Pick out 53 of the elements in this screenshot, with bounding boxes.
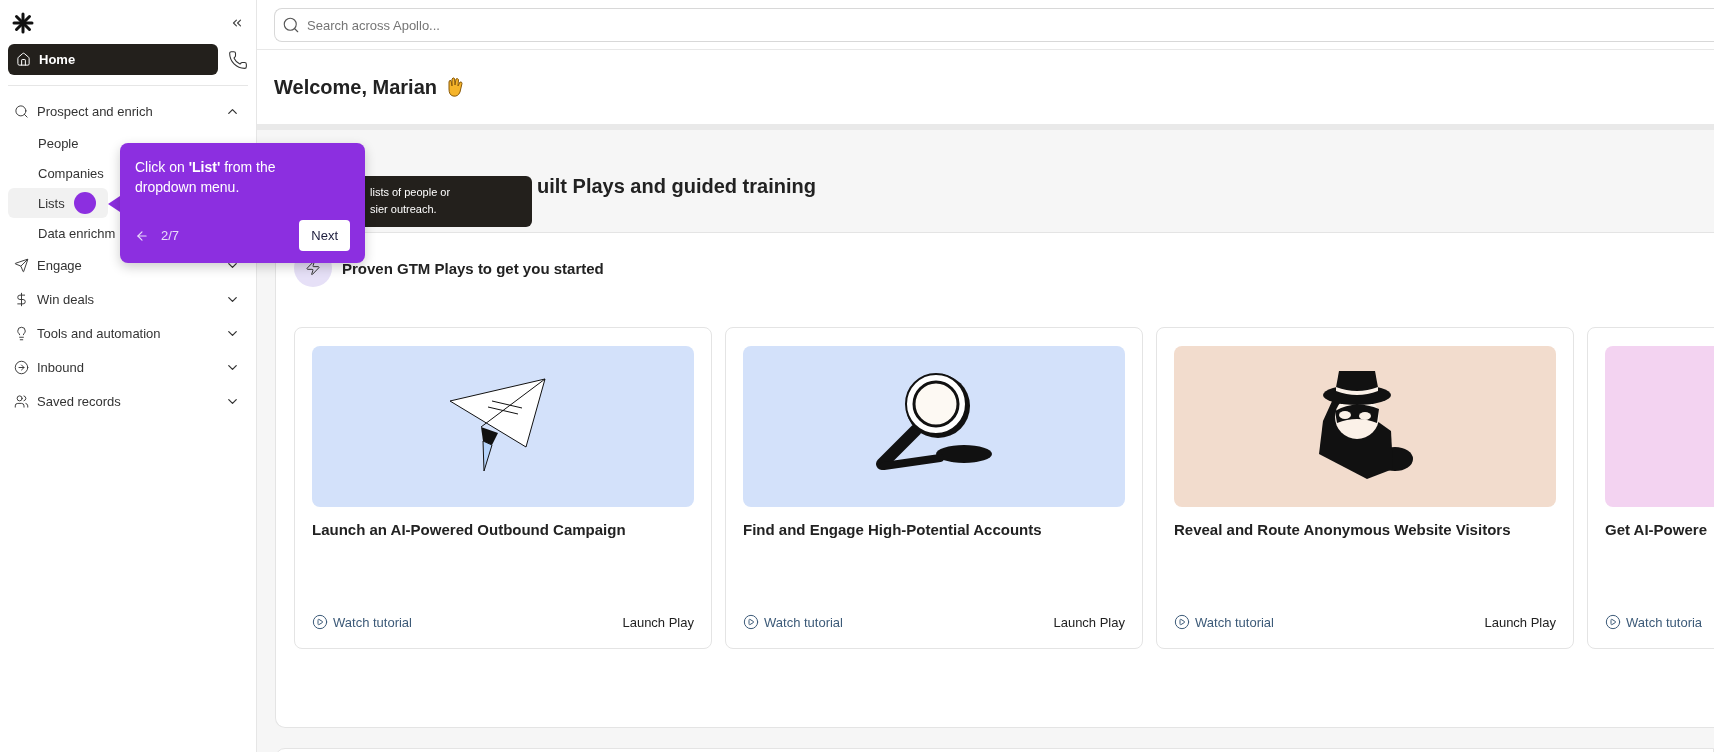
step-counter: 2/7 (161, 228, 181, 243)
play-icon (312, 614, 328, 630)
dollar-icon (14, 291, 29, 307)
nav-section[interactable]: Engage (8, 248, 248, 282)
nav-item[interactable]: Data enrichm (8, 218, 120, 248)
phone-icon (228, 49, 248, 70)
play-icon (1174, 614, 1190, 630)
page-title: Welcome, Marian (274, 75, 438, 99)
nav-section[interactable]: Tools and automation (8, 316, 248, 350)
collapse-icon[interactable] (230, 16, 244, 30)
launch-play-button[interactable]: Launch Play (1053, 614, 1125, 630)
nav-section[interactable]: Prospect and enrich (8, 94, 248, 128)
play-card[interactable]: Launch an AI-Powered Outbound Campaign Watch tutorial Launch Play (294, 327, 712, 649)
guide-text: Click on 'List' from the dropdown menu. (135, 158, 277, 197)
launch-play-button[interactable]: Launch Play (1484, 614, 1556, 630)
section-heading: uilt Plays and guided training (537, 175, 816, 198)
card-title: Reveal and Route Anonymous Website Visitors (1174, 521, 1512, 538)
play-card[interactable]: Get AI-Powere Watch tutoria (1587, 327, 1714, 649)
card-title: Get AI-Powere (1605, 521, 1708, 538)
card-title: Launch an AI-Powered Outbound Campaign (312, 521, 627, 538)
tooltip-text: lists of people or (370, 185, 452, 200)
phone-button[interactable] (228, 49, 248, 70)
nav-section[interactable]: Win deals (8, 282, 248, 316)
play-card[interactable]: Find and Engage High-Potential Accounts Watch tutorial Launch Play (725, 327, 1143, 649)
nav-section[interactable]: Inbound (8, 350, 248, 384)
nav-section[interactable]: Saved records (8, 384, 248, 418)
play-icon (1605, 614, 1621, 630)
search-field[interactable]: Search across Apollo... (274, 8, 1714, 42)
next-button[interactable]: Next (299, 220, 350, 251)
play-icon (743, 614, 759, 630)
play-card[interactable]: Reveal and Route Anonymous Website Visitors Watch tutorial Launch Play (1156, 327, 1574, 649)
search-icon (282, 16, 300, 34)
card-title: Find and Engage High-Potential Accounts (743, 521, 1043, 538)
arrow-circle-icon (14, 359, 29, 375)
watch-tutorial-link[interactable]: Watch tutoria (1605, 614, 1703, 630)
home-icon (16, 52, 31, 67)
watch-tutorial-link[interactable]: Watch tutorial (743, 614, 843, 630)
send-icon (14, 257, 29, 273)
tooltip-text: sier outreach. (370, 202, 438, 217)
nav-item[interactable]: Companies (8, 158, 108, 188)
watch-tutorial-link[interactable]: Watch tutorial (312, 614, 412, 630)
launch-play-button[interactable]: Launch Play (622, 614, 694, 630)
watch-tutorial-link[interactable]: Watch tutorial (1174, 614, 1274, 630)
logo-icon[interactable] (12, 12, 34, 34)
panel-title: Proven GTM Plays to get you started (342, 259, 604, 277)
back-icon (135, 228, 149, 243)
back-button[interactable] (135, 228, 149, 243)
home-button[interactable]: Home (8, 44, 218, 75)
lightbulb-icon (14, 325, 29, 341)
lightning-icon (305, 260, 321, 276)
nav-item[interactable]: People (8, 128, 108, 158)
users-icon (14, 393, 29, 409)
search-icon (14, 103, 29, 119)
